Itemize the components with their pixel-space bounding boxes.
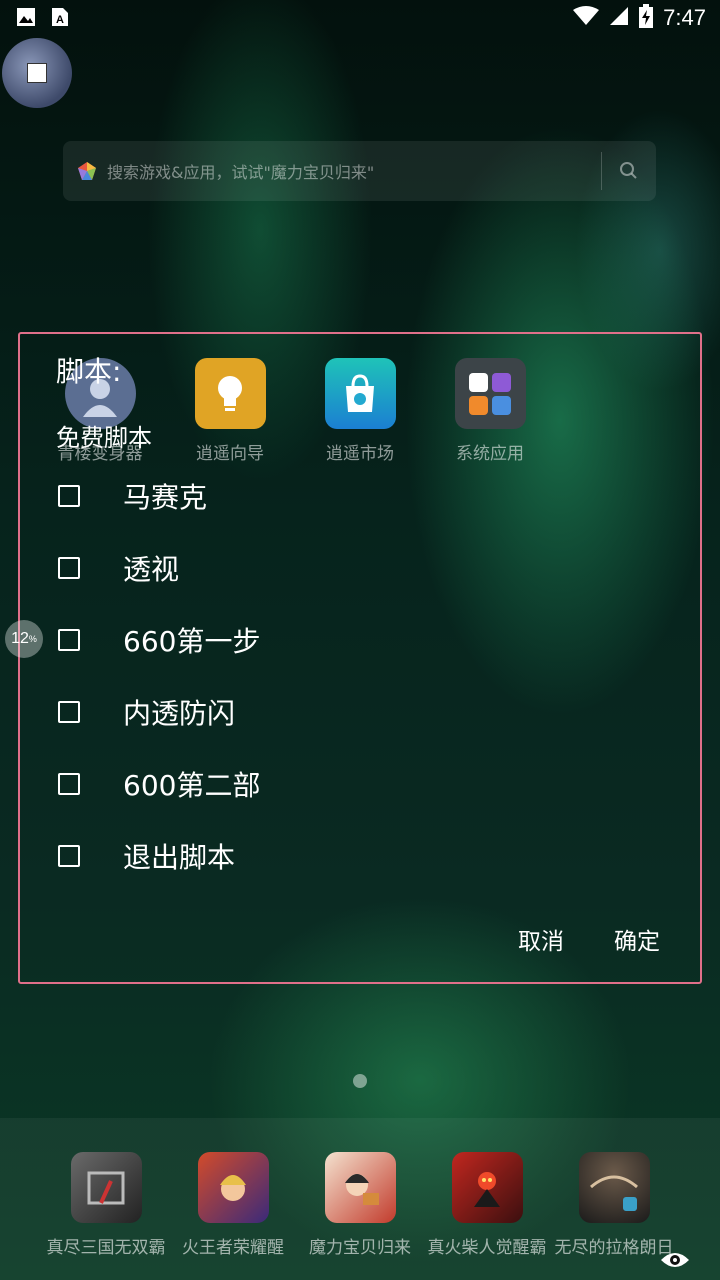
option-mosaic[interactable]: 马赛克 bbox=[58, 476, 207, 516]
app-store-logo-icon bbox=[77, 161, 97, 181]
dialog-title: 脚本: bbox=[56, 355, 122, 388]
checkbox[interactable] bbox=[58, 701, 80, 723]
floating-stop-button[interactable] bbox=[2, 38, 72, 108]
app-notification-icon: A bbox=[50, 7, 70, 27]
game-sanguo-icon bbox=[70, 1152, 142, 1223]
cancel-button[interactable]: 取消 bbox=[518, 922, 564, 956]
checkbox[interactable] bbox=[58, 485, 80, 507]
game-lagrange-icon bbox=[578, 1152, 650, 1223]
option-exit-script[interactable]: 退出脚本 bbox=[58, 836, 235, 876]
app-label: 真火柴人觉醒霸 bbox=[427, 1238, 547, 1258]
option-label: 内透防闪 bbox=[123, 697, 236, 730]
option-label: 退出脚本 bbox=[123, 841, 236, 874]
svg-text:A: A bbox=[56, 14, 64, 26]
app-label: 火王者荣耀醒 bbox=[182, 1238, 284, 1258]
game-stickman-icon bbox=[451, 1152, 523, 1223]
game-moli-icon bbox=[324, 1152, 396, 1223]
search-bar[interactable]: 搜索游戏&应用，试试"魔力宝贝归来" bbox=[63, 141, 656, 201]
checkbox[interactable] bbox=[58, 557, 80, 579]
search-input[interactable]: 搜索游戏&应用，试试"魔力宝贝归来" bbox=[107, 159, 601, 183]
dock-app-stickman[interactable]: 真火柴人觉醒霸 bbox=[427, 1152, 547, 1258]
page-indicator-dot bbox=[353, 1074, 367, 1088]
confirm-button[interactable]: 确定 bbox=[614, 922, 660, 956]
option-perspective[interactable]: 透视 bbox=[58, 548, 179, 588]
stop-icon bbox=[27, 63, 47, 83]
option-label: 马赛克 bbox=[123, 481, 208, 514]
progress-badge: 12% bbox=[5, 620, 43, 658]
wifi-icon bbox=[573, 6, 600, 30]
checkbox[interactable] bbox=[58, 845, 80, 867]
progress-value: 12 bbox=[11, 630, 29, 647]
dialog-subtitle: 免费脚本 bbox=[56, 424, 152, 452]
dock-app-moli[interactable]: 魔力宝贝归来 bbox=[300, 1152, 420, 1258]
search-icon[interactable] bbox=[602, 161, 656, 181]
option-anti-flash[interactable]: 内透防闪 bbox=[58, 692, 235, 732]
option-600-part2[interactable]: 600第二部 bbox=[58, 764, 260, 804]
checkbox[interactable] bbox=[58, 629, 80, 651]
dock-app-lagrange[interactable]: 无尽的拉格朗日 bbox=[554, 1152, 674, 1258]
battery-charging-icon bbox=[639, 4, 654, 32]
eye-icon[interactable] bbox=[660, 1250, 690, 1274]
app-label: 魔力宝贝归来 bbox=[309, 1238, 411, 1258]
option-660-step1[interactable]: 660第一步 bbox=[58, 620, 260, 660]
dock: 真尽三国无双霸 火王者荣耀醒 魔力宝贝归来 真火柴人觉醒霸 无尽的拉格朗日 bbox=[0, 1118, 720, 1280]
clock: 7:47 bbox=[663, 5, 706, 30]
app-label: 真尽三国无双霸 bbox=[46, 1238, 166, 1258]
dock-app-honor[interactable]: 火王者荣耀醒 bbox=[173, 1152, 293, 1258]
image-notification-icon bbox=[16, 7, 36, 27]
script-dialog: 脚本: 免费脚本 马赛克 透视 660第一步 内透防闪 600第二部 退出脚本 … bbox=[18, 332, 702, 984]
game-honor-icon bbox=[197, 1152, 269, 1223]
dock-app-sanguo[interactable]: 真尽三国无双霸 bbox=[46, 1152, 166, 1258]
option-label: 透视 bbox=[123, 553, 180, 586]
app-label: 无尽的拉格朗日 bbox=[554, 1238, 674, 1258]
signal-icon bbox=[609, 6, 629, 30]
status-bar: A 7:47 bbox=[0, 0, 720, 36]
option-label: 660第一步 bbox=[123, 625, 261, 658]
option-label: 600第二部 bbox=[123, 769, 261, 802]
progress-unit: % bbox=[28, 634, 37, 644]
checkbox[interactable] bbox=[58, 773, 80, 795]
